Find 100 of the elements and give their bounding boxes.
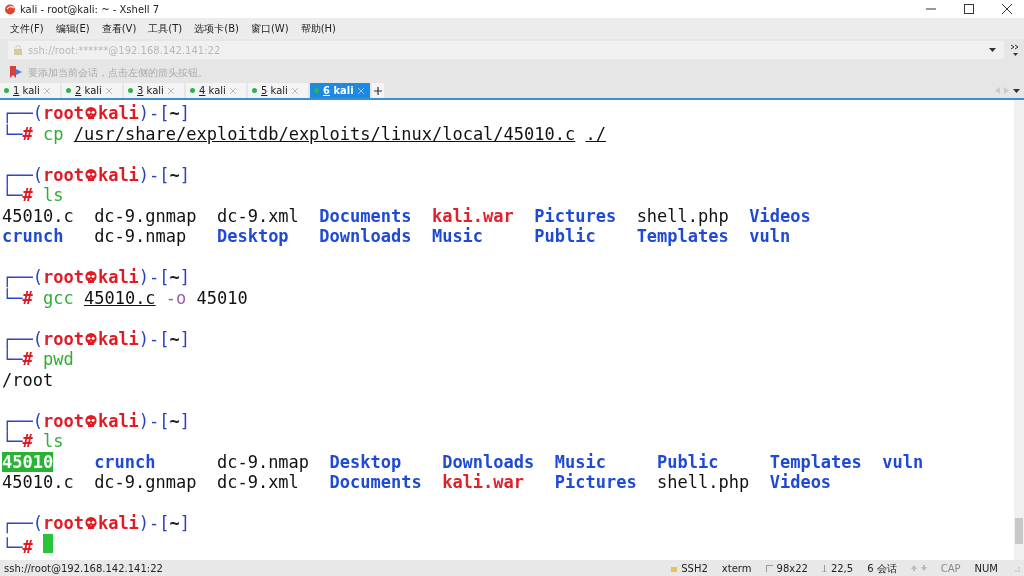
menu-item[interactable]: 窗口(W) [250, 21, 289, 36]
directory-name: Templates [769, 451, 862, 472]
file-name: shell.php [657, 472, 750, 493]
prompt-path: ~ [169, 410, 180, 431]
prompt-frame: ┌──( [2, 164, 43, 185]
prompt-frame: )-[ [138, 328, 170, 349]
file-name: kali.war [442, 472, 525, 493]
prompt-symbol: # [22, 185, 33, 205]
prompt-user: root [42, 103, 84, 123]
prompt-frame: ] [179, 103, 191, 123]
directory-name: Public [657, 451, 719, 472]
scrollbar-thumb[interactable] [1015, 518, 1023, 544]
dropdown-icon[interactable] [1013, 88, 1020, 93]
skull-icon [83, 167, 98, 182]
prompt-symbol: # [22, 349, 33, 369]
directory-name: vuln [749, 226, 791, 247]
prompt-user: root [42, 164, 84, 185]
directory-name: Templates [636, 226, 729, 247]
prompt-path: ~ [169, 267, 180, 287]
close-icon[interactable] [43, 87, 50, 94]
close-icon[interactable] [291, 87, 298, 94]
command-option: -o [165, 287, 187, 308]
session-tab[interactable]: 3 kali [124, 83, 184, 98]
directory-name: Pictures [534, 205, 617, 226]
menu-item[interactable]: 文件(F) [10, 21, 44, 36]
file-name: shell.php [636, 205, 729, 226]
close-icon[interactable] [229, 87, 236, 94]
file-name: kali.war [431, 205, 514, 226]
session-tab[interactable]: 5 kali [248, 83, 308, 98]
directory-name: Desktop [216, 226, 289, 247]
command-name: gcc [43, 287, 74, 308]
prompt-frame: └─ [2, 123, 23, 144]
command-argument: 45010 [196, 287, 248, 308]
prompt-frame: └─ [2, 536, 23, 557]
prompt-path: ~ [169, 103, 180, 123]
directory-name: Videos [769, 472, 832, 493]
directory-name: Downloads [319, 226, 412, 247]
close-icon[interactable] [105, 87, 112, 94]
prompt-host: kali [97, 513, 139, 533]
down-arrow-icon[interactable] [920, 565, 927, 571]
output-text: /root [2, 369, 54, 390]
scrollbar[interactable] [1014, 100, 1024, 560]
overflow-icon[interactable] [1010, 43, 1020, 57]
prompt-user: root [42, 513, 84, 533]
next-icon[interactable] [1004, 87, 1009, 94]
caps-lock-indicator: CAP [940, 561, 961, 576]
menu-item[interactable]: 编辑(E) [55, 21, 90, 36]
prompt-symbol: # [22, 536, 33, 557]
session-tab[interactable]: 4 kali [186, 83, 246, 98]
prompt-user: root [42, 267, 84, 287]
close-icon[interactable] [167, 87, 174, 94]
file-name: dc-9.nmap [216, 451, 310, 472]
new-tab-button[interactable] [372, 83, 384, 98]
prompt-host: kali [97, 103, 139, 123]
session-tab[interactable]: 1 kali [0, 83, 60, 98]
terminal-type-text: xterm [721, 561, 752, 576]
session-tab[interactable]: 6 kali [310, 83, 370, 98]
prompt-frame: )-[ [138, 410, 170, 431]
file-name: dc-9.gnmap [94, 205, 197, 226]
skull-icon [83, 331, 98, 346]
prompt-frame: )-[ [138, 164, 170, 185]
close-icon [1002, 4, 1012, 14]
close-icon[interactable] [357, 87, 364, 94]
connection-text: ssh://root@192.168.142.141:22 [4, 561, 163, 576]
directory-name: Music [431, 226, 484, 247]
file-name: 45010.c [2, 472, 74, 493]
prompt-frame: ] [179, 328, 191, 349]
dropdown-icon[interactable] [989, 48, 996, 52]
prompt-frame: )-[ [138, 513, 170, 533]
prompt-frame: └─ [2, 349, 23, 369]
prompt-frame: └─ [2, 185, 23, 205]
file-path: ./ [585, 123, 606, 144]
prompt-frame: )-[ [138, 267, 170, 287]
directory-name: Downloads [442, 451, 535, 472]
command-name: pwd [43, 349, 74, 369]
prompt-symbol: # [22, 287, 33, 308]
directory-name: Music [554, 451, 606, 472]
lock-icon [671, 564, 678, 572]
num-lock-indicator: NUM [974, 561, 998, 576]
prompt-frame: ] [179, 410, 191, 431]
menu-item[interactable]: 选项卡(B) [194, 21, 239, 36]
up-arrow-icon[interactable] [910, 565, 917, 571]
directory-name: Documents [319, 205, 412, 226]
directory-name: vuln [882, 451, 924, 472]
cursor-position-icon [821, 564, 827, 572]
prompt-symbol: # [22, 123, 33, 144]
resize-grip-icon [1012, 564, 1020, 572]
menu-item[interactable]: 帮助(H) [300, 21, 336, 36]
session-tab[interactable]: 2 kali [62, 83, 122, 98]
prompt-frame: └─ [2, 431, 23, 451]
file-name: dc-9.nmap [94, 226, 187, 247]
prompt-symbol: # [22, 431, 33, 451]
prompt-host: kali [97, 328, 139, 349]
menu-item[interactable]: 工具(T) [148, 21, 183, 36]
previous-icon[interactable] [995, 87, 1000, 94]
directory-name: Videos [749, 205, 811, 226]
skull-icon [83, 270, 98, 284]
file-name: 45010.c [2, 205, 74, 226]
menu-item[interactable]: 查看(V) [101, 21, 137, 36]
plus-icon [374, 87, 382, 95]
